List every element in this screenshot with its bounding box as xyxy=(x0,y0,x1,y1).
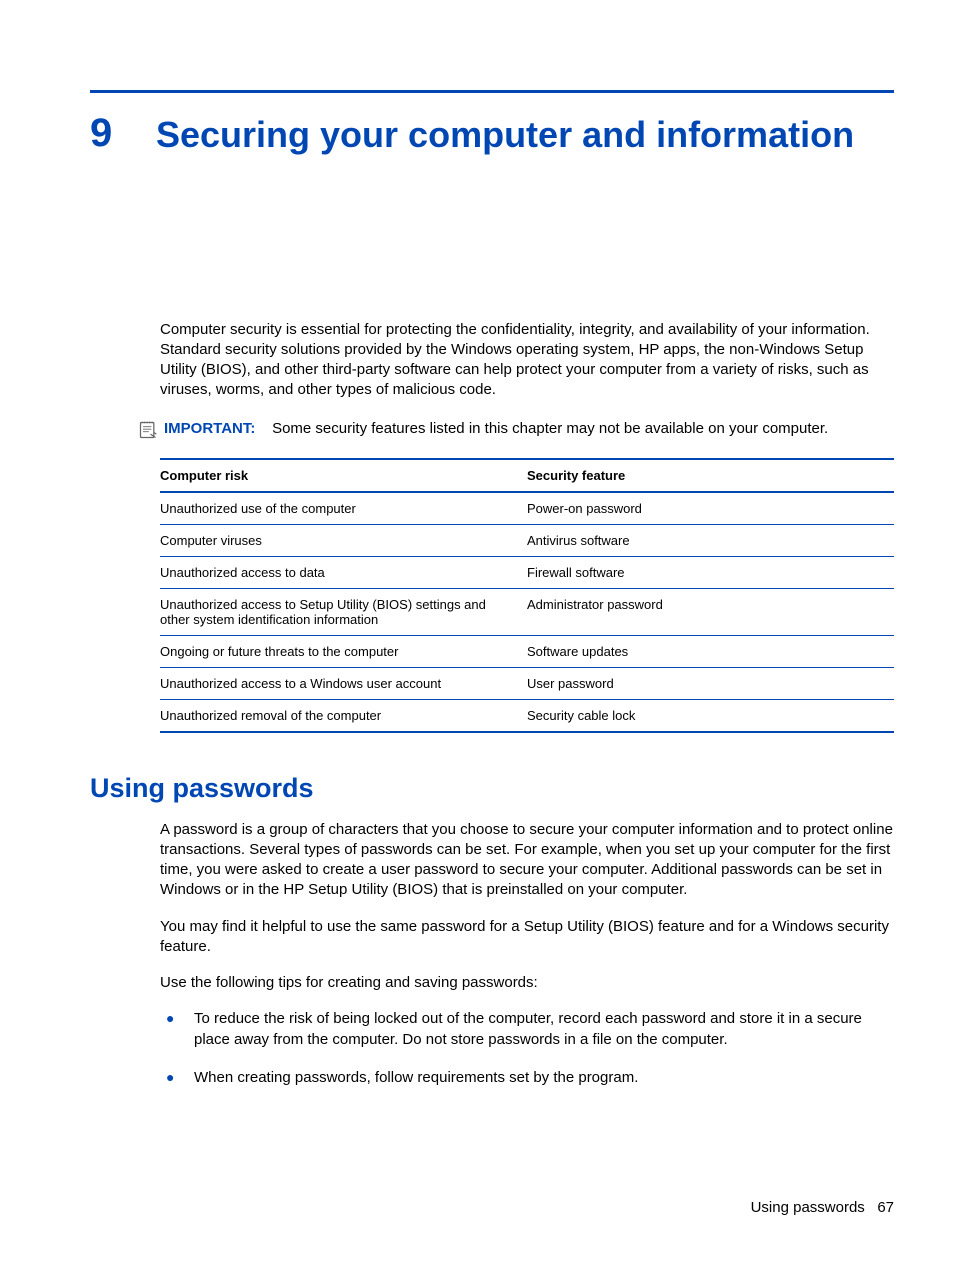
table-row: Ongoing or future threats to the compute… xyxy=(160,635,894,667)
table-cell: Power-on password xyxy=(527,492,894,525)
important-note: IMPORTANT: Some security features listed… xyxy=(138,419,894,440)
risk-table: Computer risk Security feature Unauthori… xyxy=(160,458,894,733)
note-icon xyxy=(138,420,158,440)
tips-list: ● To reduce the risk of being locked out… xyxy=(160,1009,894,1088)
table-cell: Computer viruses xyxy=(160,524,527,556)
table-cell: Security cable lock xyxy=(527,699,894,732)
table-cell: Unauthorized access to a Windows user ac… xyxy=(160,667,527,699)
table-header-row: Computer risk Security feature xyxy=(160,459,894,492)
table-header-risk: Computer risk xyxy=(160,459,527,492)
page-footer: Using passwords 67 xyxy=(751,1199,894,1216)
important-text: IMPORTANT: Some security features listed… xyxy=(164,419,828,439)
table-cell: Software updates xyxy=(527,635,894,667)
important-label: IMPORTANT: xyxy=(164,420,255,437)
table-cell: Antivirus software xyxy=(527,524,894,556)
list-item: ● When creating passwords, follow requir… xyxy=(160,1068,894,1088)
body-content: Computer security is essential for prote… xyxy=(160,320,894,1089)
table-row: Unauthorized access to a Windows user ac… xyxy=(160,667,894,699)
document-page: 9 Securing your computer and information… xyxy=(0,0,954,1088)
list-item: ● To reduce the risk of being locked out… xyxy=(160,1009,894,1050)
table-cell: Unauthorized access to Setup Utility (BI… xyxy=(160,588,527,635)
chapter-rule xyxy=(90,90,894,93)
intro-paragraph: Computer security is essential for prote… xyxy=(160,320,894,401)
chapter-header: 9 Securing your computer and information xyxy=(90,111,894,160)
important-body: Some security features listed in this ch… xyxy=(272,420,828,437)
tip-text: When creating passwords, follow requirem… xyxy=(194,1068,638,1088)
chapter-number: 9 xyxy=(90,111,124,155)
table-row: Computer viruses Antivirus software xyxy=(160,524,894,556)
chapter-title: Securing your computer and information xyxy=(156,111,854,160)
table-cell: Administrator password xyxy=(527,588,894,635)
table-cell: Unauthorized access to data xyxy=(160,556,527,588)
table-header-feature: Security feature xyxy=(527,459,894,492)
table-cell: Firewall software xyxy=(527,556,894,588)
table-cell: Unauthorized use of the computer xyxy=(160,492,527,525)
section-para-2: You may find it helpful to use the same … xyxy=(160,917,894,958)
tip-text: To reduce the risk of being locked out o… xyxy=(194,1009,894,1050)
table-row: Unauthorized use of the computer Power-o… xyxy=(160,492,894,525)
section-heading: Using passwords xyxy=(90,773,894,804)
footer-section: Using passwords xyxy=(751,1199,865,1216)
table-cell: Ongoing or future threats to the compute… xyxy=(160,635,527,667)
table-cell: User password xyxy=(527,667,894,699)
bullet-icon: ● xyxy=(166,1009,176,1050)
section-para-3: Use the following tips for creating and … xyxy=(160,973,894,993)
footer-page-number: 67 xyxy=(877,1199,894,1216)
section-para-1: A password is a group of characters that… xyxy=(160,820,894,901)
table-row: Unauthorized access to data Firewall sof… xyxy=(160,556,894,588)
table-row: Unauthorized removal of the computer Sec… xyxy=(160,699,894,732)
table-row: Unauthorized access to Setup Utility (BI… xyxy=(160,588,894,635)
bullet-icon: ● xyxy=(166,1068,176,1088)
table-cell: Unauthorized removal of the computer xyxy=(160,699,527,732)
